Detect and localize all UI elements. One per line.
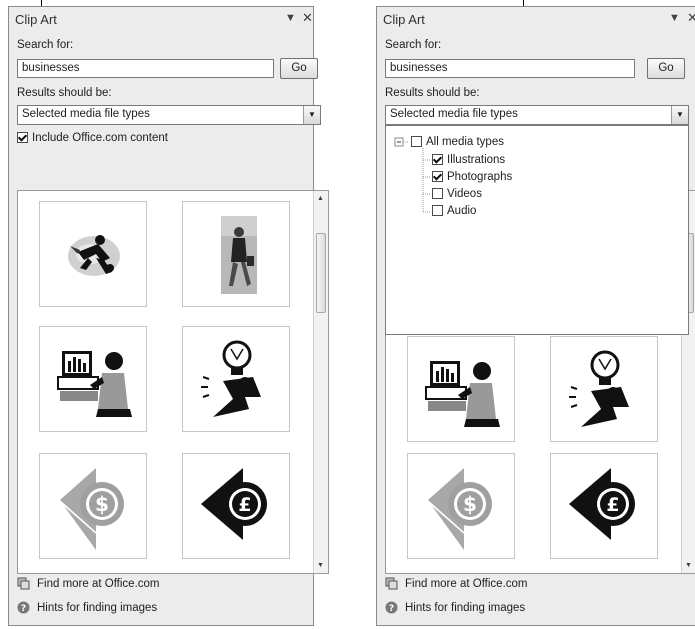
media-type-illustrations[interactable]: Illustrations [432,154,505,166]
svg-text:$: $ [95,492,109,516]
find-more-link[interactable]: Find more at Office.com [385,577,528,590]
search-label: Search for: [385,39,442,51]
search-input[interactable]: businesses [385,59,635,78]
clip-thumbnail-dollar-coin[interactable]: $ [407,453,515,559]
media-type-illustrations-checkbox[interactable] [432,154,443,165]
hints-label: Hints for finding images [405,602,526,614]
include-office-content[interactable]: Include Office.com content [17,132,168,144]
pane-title: Clip Art [15,12,57,27]
media-type-all[interactable]: All media types [411,136,504,148]
pane-menu-arrow-icon[interactable]: ▼ [285,12,296,24]
chevron-down-icon[interactable]: ▼ [303,106,320,124]
help-icon: ? [17,601,30,614]
svg-text:?: ? [389,604,394,614]
media-type-all-checkbox[interactable] [411,136,422,147]
close-icon[interactable]: ✕ [302,10,313,26]
clip-thumbnail-woman-at-computer[interactable] [407,336,515,442]
media-type-photographs-checkbox[interactable] [432,171,443,182]
media-type-illustrations-label: Illustrations [447,154,506,166]
results-label: Results should be: [385,87,480,99]
hints-label: Hints for finding images [37,602,158,614]
results-scrollbar[interactable]: ▲ ▼ [313,191,328,573]
clip-thumbnail-pound-coin[interactable]: £ [182,453,290,559]
svg-text:?: ? [21,604,26,614]
media-type-audio-label: Audio [447,205,477,217]
media-type-photographs-label: Photographs [447,171,513,183]
close-icon[interactable]: ✕ [687,10,695,26]
clip-thumbnail-lightbulb-idea[interactable] [182,326,290,432]
media-types-dropdown: All media types Illustrations Photograph… [385,125,689,335]
clip-thumbnail-running-businessman[interactable] [39,201,147,307]
hints-link[interactable]: ? Hints for finding images [17,601,157,614]
clip-thumbnail-photo-businesswoman[interactable] [182,201,290,307]
scroll-down-icon[interactable]: ▼ [317,562,324,569]
media-type-photographs[interactable]: Photographs [432,171,512,183]
include-office-checkbox[interactable] [17,132,28,143]
help-icon: ? [385,601,398,614]
clip-thumbnail-lightbulb-idea[interactable] [550,336,658,442]
svg-text:£: £ [606,494,619,516]
clip-art-pane-right: Clip Art ▼ ✕ Search for: businesses Go R… [376,6,695,626]
media-type-all-label: All media types [426,136,504,148]
office-globe-icon [385,577,398,590]
scrollbar-thumb[interactable] [316,233,326,313]
media-type-videos-label: Videos [447,188,482,200]
hints-link[interactable]: ? Hints for finding images [385,601,525,614]
media-type-select[interactable]: Selected media file types ▼ [17,105,321,125]
search-label: Search for: [17,39,74,51]
go-button[interactable]: Go [280,58,318,79]
clip-results-grid: $ £ ▲ ▼ [17,190,329,574]
find-more-label: Find more at Office.com [37,578,160,590]
office-globe-icon [17,577,30,590]
search-input[interactable]: businesses [17,59,274,78]
clip-thumbnail-woman-at-computer[interactable] [39,326,147,432]
clip-art-pane-left: Clip Art ▼ ✕ Search for: businesses Go R… [8,6,329,626]
media-type-videos-checkbox[interactable] [432,188,443,199]
svg-text:$: $ [463,492,477,516]
media-type-videos[interactable]: Videos [432,188,482,200]
media-type-audio-checkbox[interactable] [432,205,443,216]
media-type-select[interactable]: Selected media file types ▼ [385,105,689,125]
clip-thumbnail-pound-coin[interactable]: £ [550,453,658,559]
find-more-label: Find more at Office.com [405,578,528,590]
pane-menu-arrow-icon[interactable]: ▼ [669,12,680,24]
media-type-select-value: Selected media file types [22,108,150,120]
svg-text:£: £ [238,494,251,516]
chevron-down-icon[interactable]: ▼ [671,106,688,124]
clip-thumbnail-dollar-coin[interactable]: $ [39,453,147,559]
go-button[interactable]: Go [647,58,685,79]
pane-title: Clip Art [383,12,425,27]
scroll-up-icon[interactable]: ▲ [317,195,324,202]
results-label: Results should be: [17,87,112,99]
scroll-down-icon[interactable]: ▼ [685,562,692,569]
media-type-select-value: Selected media file types [390,108,518,120]
media-type-audio[interactable]: Audio [432,205,476,217]
find-more-link[interactable]: Find more at Office.com [17,577,160,590]
include-office-label: Include Office.com content [32,132,168,144]
